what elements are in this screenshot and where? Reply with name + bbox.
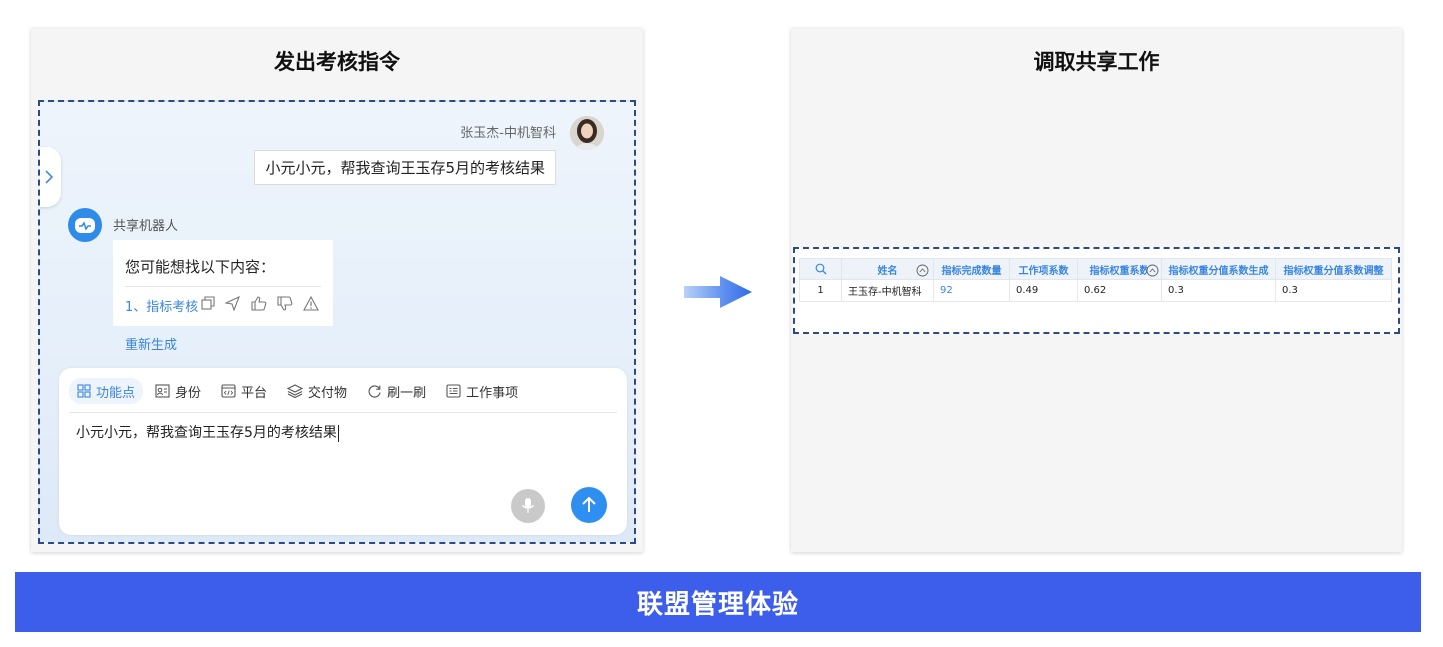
code-window-icon (221, 384, 236, 398)
result-table-frame: 姓名 指标完成数量 工作项系数 指标权重系数 指标权重分值系数生成 指标权重分值… (793, 247, 1400, 334)
toolbar-item-identity[interactable]: 身份 (155, 378, 201, 404)
cell-score-adjusted: 0.3 (1275, 279, 1392, 302)
search-icon (815, 263, 826, 275)
toolbar-item-label: 工作事项 (466, 385, 519, 401)
table-row: 1 王玉存-中机智科 92 0.49 0.62 0.3 0.3 (799, 279, 1392, 302)
sort-icon[interactable] (1146, 264, 1159, 277)
thumbs-down-icon[interactable] (277, 296, 293, 311)
warning-icon[interactable] (303, 296, 319, 311)
column-header-completed-count[interactable]: 指标完成数量 (933, 258, 1010, 280)
cell-weight-coefficient: 0.62 (1077, 279, 1162, 302)
message-input[interactable]: 小元小元，帮我查询王玉存5月的考核结果 (76, 422, 339, 442)
regenerate-link[interactable]: 重新生成 (125, 334, 177, 353)
column-header-label: 姓名 (877, 265, 898, 277)
robot-icon (75, 218, 95, 233)
send-button[interactable] (571, 487, 607, 523)
sort-icon[interactable] (916, 264, 929, 277)
column-header-score-adjusted[interactable]: 指标权重分值系数调整 (1275, 258, 1392, 280)
cell-completed-count[interactable]: 92 (933, 279, 1010, 302)
message-input-value: 小元小元，帮我查询王玉存5月的考核结果 (76, 425, 337, 441)
toolbar-divider (69, 412, 617, 413)
toolbar-item-label: 平台 (241, 385, 268, 401)
flow-arrow-icon (684, 276, 752, 308)
microphone-icon (522, 498, 534, 513)
chat-input-box: 功能点 身份 平台 交付物 刷一刷 工作事项 小元小元，帮我查询王玉存5月的考核… (59, 368, 627, 535)
toolbar-item-deliverables[interactable]: 交付物 (287, 378, 347, 404)
toolbar-item-function-points[interactable]: 功能点 (69, 378, 144, 404)
id-card-icon (155, 384, 170, 398)
user-name: 张玉杰-中机智科 (460, 126, 556, 141)
toolbar-item-refresh[interactable]: 刷一刷 (367, 378, 426, 404)
layers-icon (287, 384, 304, 398)
footer-banner: 联盟管理体验 (15, 572, 1421, 632)
result-panel-title: 调取共享工作 (1033, 50, 1160, 74)
result-panel: 调取共享工作 姓名 指标完成数量 工作项系数 指标权重系数 指标权重分值系数生成… (791, 28, 1402, 552)
suggestion-link[interactable]: 1、指标考核 (125, 296, 198, 315)
table-search-cell[interactable] (799, 258, 842, 280)
list-icon (446, 384, 461, 398)
cell-work-coefficient: 0.49 (1009, 279, 1078, 302)
bot-avatar (68, 208, 102, 242)
chat-panel-title: 发出考核指令 (274, 50, 400, 74)
share-icon[interactable] (225, 296, 240, 311)
column-header-score-generated[interactable]: 指标权重分值系数生成 (1161, 258, 1276, 280)
bot-message: 您可能想找以下内容： 1、指标考核 (113, 240, 333, 326)
column-header-name[interactable]: 姓名 (841, 258, 934, 280)
column-header-label: 指标权重系数 (1089, 265, 1150, 277)
result-table: 姓名 指标完成数量 工作项系数 指标权重系数 指标权重分值系数生成 指标权重分值… (799, 258, 1392, 302)
refresh-icon (368, 385, 381, 398)
toolbar-item-work-items[interactable]: 工作事项 (446, 378, 518, 404)
row-index: 1 (799, 279, 842, 302)
toolbar-item-label: 身份 (175, 385, 202, 401)
bot-divider (125, 286, 321, 287)
toolbar-item-platform[interactable]: 平台 (221, 378, 267, 404)
bot-name: 共享机器人 (113, 219, 179, 234)
toolbar-item-label: 功能点 (96, 385, 136, 401)
input-toolbar: 功能点 身份 平台 交付物 刷一刷 工作事项 (69, 377, 617, 405)
chat-panel: 发出考核指令 张玉杰-中机智科 小元小元，帮我查询王玉存5月的考核结果 共享机器… (31, 28, 643, 552)
user-avatar (570, 116, 604, 150)
user-avatar-icon (570, 116, 604, 150)
chat-frame: 张玉杰-中机智科 小元小元，帮我查询王玉存5月的考核结果 共享机器人 您可能想找… (38, 100, 636, 544)
toolbar-item-label: 刷一刷 (387, 385, 427, 401)
toolbar-item-label: 交付物 (308, 385, 348, 401)
user-message: 小元小元，帮我查询王玉存5月的考核结果 (254, 150, 556, 185)
cell-score-generated: 0.3 (1161, 279, 1276, 302)
text-caret (337, 424, 339, 442)
sidebar-toggle[interactable] (40, 147, 61, 207)
column-header-weight-coefficient[interactable]: 指标权重系数 (1077, 258, 1162, 280)
table-header-row: 姓名 指标完成数量 工作项系数 指标权重系数 指标权重分值系数生成 指标权重分值… (799, 258, 1392, 280)
grid-icon (77, 384, 91, 398)
cell-name: 王玉存-中机智科 (841, 279, 934, 302)
voice-button[interactable] (511, 489, 545, 523)
copy-icon[interactable] (201, 296, 215, 310)
banner-title: 联盟管理体验 (636, 589, 799, 620)
chevron-right-icon (45, 170, 54, 184)
thumbs-up-icon[interactable] (251, 296, 267, 311)
arrow-up-icon (582, 496, 596, 512)
bot-intro-text: 您可能想找以下内容： (125, 258, 276, 276)
column-header-work-coefficient[interactable]: 工作项系数 (1009, 258, 1078, 280)
